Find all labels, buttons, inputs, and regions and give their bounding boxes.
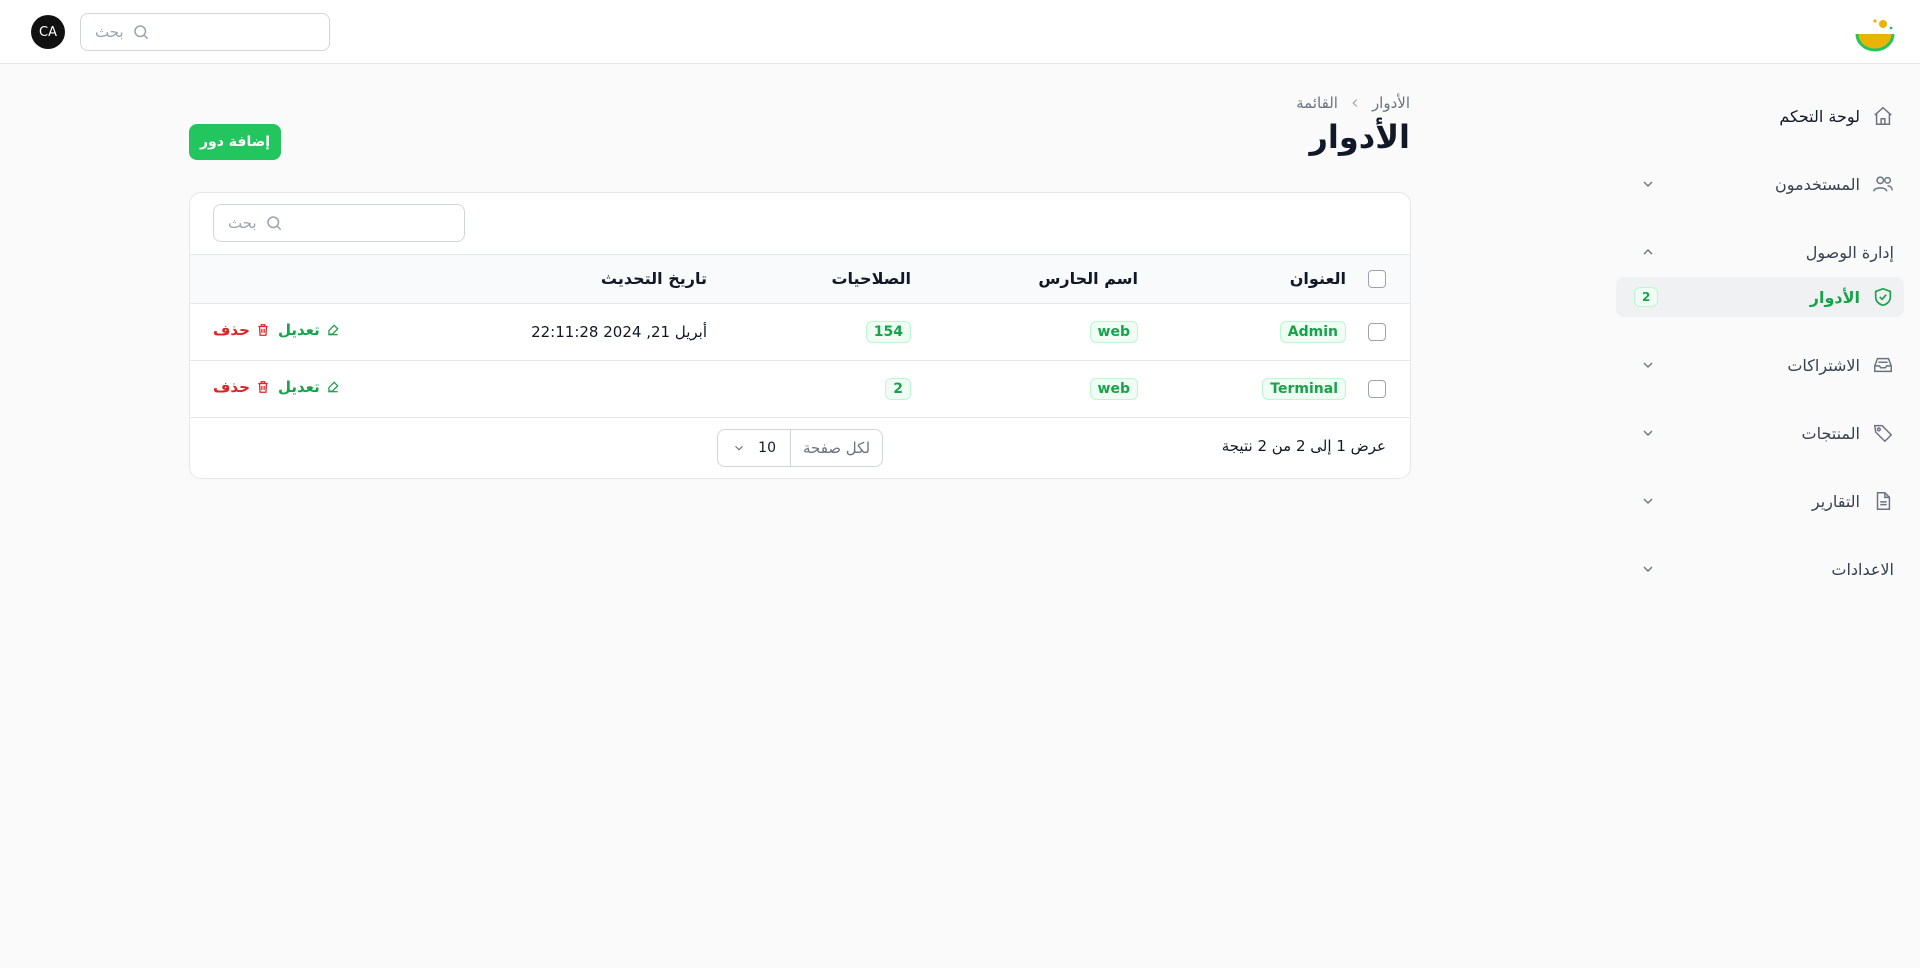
inbox-stack-icon <box>1874 357 1892 373</box>
role-title-badge: Admin <box>1279 321 1346 343</box>
select-all-checkbox[interactable] <box>1368 270 1386 288</box>
shield-check-icon <box>1874 287 1892 307</box>
chevron-up-icon[interactable] <box>1640 244 1656 260</box>
guard-badge: web <box>1089 378 1138 400</box>
chevron-down-icon <box>735 445 743 451</box>
roles-table-card: بحث العنوان اسم الحارس الصلاحيات تاريخ ا… <box>189 192 1411 479</box>
table-row[interactable]: Terminal web 2 تعديل حذف <box>190 361 1410 418</box>
breadcrumb-parent-link[interactable]: الأدوار <box>1372 94 1410 112</box>
table-row[interactable]: Admin web 154 أبريل 21, 2024 22:11:28 تع… <box>190 304 1410 361</box>
chevron-left-icon <box>1352 99 1358 107</box>
global-search-input[interactable]: بحث <box>80 13 330 51</box>
brand-logo-icon[interactable] <box>1853 14 1897 54</box>
breadcrumb: الأدوار القائمة <box>1296 94 1410 112</box>
sidebar-group-settings[interactable]: الاعدادات <box>1616 549 1904 589</box>
search-icon <box>133 25 148 40</box>
chevron-down-icon[interactable] <box>1640 425 1656 441</box>
sidebar-item-products[interactable]: المنتجات <box>1616 413 1904 453</box>
pencil-square-icon <box>328 381 339 393</box>
delete-label: حذف <box>213 378 250 396</box>
tag-icon <box>1873 424 1893 443</box>
trash-icon <box>258 381 268 393</box>
delete-label: حذف <box>213 321 250 339</box>
row-checkbox[interactable] <box>1368 323 1386 341</box>
delete-action[interactable]: حذف <box>213 321 270 339</box>
row-checkbox[interactable] <box>1368 380 1386 398</box>
sidebar-group-label: إدارة الوصول <box>1805 242 1894 262</box>
top-bar: CA بحث <box>0 0 1920 64</box>
sidebar-item-label: المستخدمون <box>1775 174 1860 194</box>
breadcrumb-current: القائمة <box>1296 94 1338 112</box>
permissions-count-badge: 154 <box>865 321 911 343</box>
permissions-count-badge: 2 <box>885 378 911 400</box>
chevron-down-icon[interactable] <box>1640 493 1656 509</box>
sidebar-item-roles[interactable]: الأدوار 2 <box>1616 277 1904 317</box>
sidebar-item-label: التقارير <box>1811 491 1860 511</box>
sidebar-item-dashboard[interactable]: لوحة التحكم <box>1616 96 1904 136</box>
search-placeholder: بحث <box>95 23 124 41</box>
edit-action[interactable]: تعديل <box>278 321 340 339</box>
document-icon <box>1876 492 1891 510</box>
column-header-updated-at[interactable]: تاريخ التحديث <box>601 269 707 288</box>
sidebar-group-access[interactable]: إدارة الوصول <box>1616 232 1904 272</box>
search-icon <box>266 216 281 231</box>
sidebar-item-label: الأدوار <box>1809 287 1860 307</box>
edit-label: تعديل <box>278 378 320 396</box>
users-icon <box>1873 176 1893 192</box>
edit-action[interactable]: تعديل <box>278 378 340 396</box>
column-header-guard[interactable]: اسم الحارس <box>1038 269 1138 288</box>
sidebar-item-reports[interactable]: التقارير <box>1616 481 1904 521</box>
home-icon <box>1874 106 1892 125</box>
pencil-square-icon <box>328 324 339 336</box>
sidebar-item-subscriptions[interactable]: الاشتراكات <box>1616 345 1904 385</box>
user-avatar[interactable]: CA <box>31 15 65 49</box>
per-page-number: 10 <box>758 440 776 456</box>
sidebar-item-users[interactable]: المستخدمون <box>1616 164 1904 204</box>
trash-icon <box>258 324 268 336</box>
delete-action[interactable]: حذف <box>213 378 270 396</box>
chevron-down-icon[interactable] <box>1640 176 1656 192</box>
sidebar-item-label: لوحة التحكم <box>1779 106 1860 126</box>
per-page-label: لكل صفحة <box>790 430 882 466</box>
sidebar-group-label: الاعدادات <box>1831 559 1894 579</box>
updated-at-text: أبريل 21, 2024 22:11:28 <box>531 323 707 341</box>
per-page-value[interactable]: 10 <box>718 440 790 456</box>
chevron-down-icon[interactable] <box>1640 357 1656 373</box>
page-title: الأدوار <box>1309 118 1411 156</box>
sidebar: لوحة التحكم المستخدمون إدارة الوصول الأد… <box>1612 64 1920 968</box>
sidebar-item-label: المنتجات <box>1801 423 1861 443</box>
column-header-permissions[interactable]: الصلاحيات <box>831 269 911 288</box>
sidebar-item-label: الاشتراكات <box>1787 355 1860 375</box>
column-header-title[interactable]: العنوان <box>1290 269 1346 288</box>
per-page-select[interactable]: لكل صفحة 10 <box>717 429 883 467</box>
guard-badge: web <box>1089 321 1138 343</box>
table-search-input[interactable]: بحث <box>213 204 465 242</box>
roles-count-badge: 2 <box>1634 287 1659 307</box>
search-placeholder: بحث <box>228 214 257 232</box>
role-title-badge: Terminal <box>1262 378 1346 400</box>
pagination-summary: عرض 1 إلى 2 من 2 نتيجة <box>1221 437 1386 455</box>
add-role-button[interactable]: إضافة دور <box>189 124 281 160</box>
chevron-down-icon[interactable] <box>1640 561 1656 577</box>
edit-label: تعديل <box>278 321 320 339</box>
table-header: العنوان اسم الحارس الصلاحيات تاريخ التحد… <box>190 254 1410 304</box>
